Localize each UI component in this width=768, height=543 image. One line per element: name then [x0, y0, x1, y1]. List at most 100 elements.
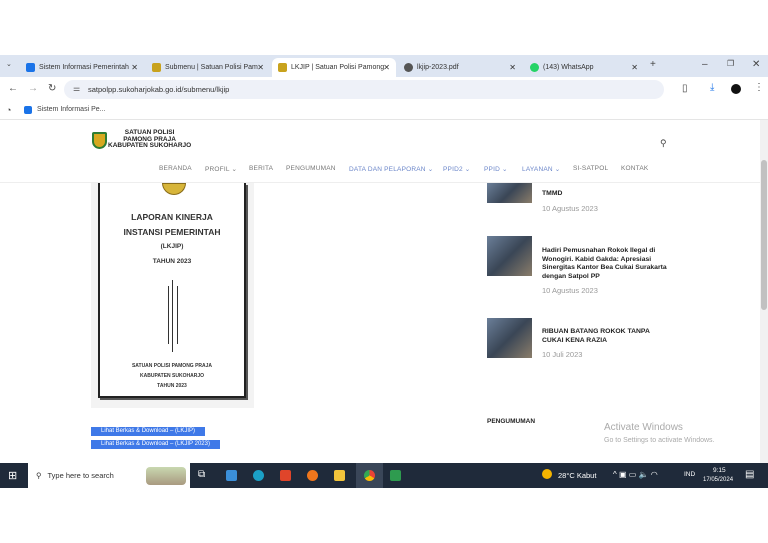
- elephant-widget-icon: [146, 467, 186, 485]
- tab-search-chevron-icon[interactable]: ⌄: [6, 60, 12, 68]
- edge-icon[interactable]: [253, 470, 264, 481]
- close-tab-icon[interactable]: ✕: [131, 63, 138, 72]
- windows-start-icon[interactable]: ⊞: [8, 469, 17, 482]
- close-tab-icon[interactable]: ✕: [631, 63, 638, 72]
- news-thumbnail[interactable]: [487, 318, 532, 358]
- taskbar-search[interactable]: ⚲ Type here to search: [28, 463, 190, 488]
- site-logo-icon[interactable]: [92, 132, 107, 149]
- doc-year: TAHUN 2023: [152, 258, 192, 265]
- nav-kontak[interactable]: KONTAK: [621, 165, 648, 172]
- news-thumbnail[interactable]: [487, 183, 532, 203]
- pengumuman-heading: PENGUMUMAN: [487, 418, 536, 425]
- reload-icon[interactable]: ↻: [48, 83, 56, 94]
- download-icon[interactable]: ⤓: [710, 82, 714, 93]
- profile-avatar[interactable]: [731, 84, 741, 94]
- taskbar: ⊞ ⚲ Type here to search ⧉ 28°C Kabut ^ ▣ …: [0, 463, 768, 488]
- tab-title: LKJIP | Satuan Polisi Pamong: [291, 64, 385, 71]
- excel-icon[interactable]: [390, 470, 401, 481]
- news-title[interactable]: RIBUAN BATANG ROKOK TANPA CUKAI KENA RAZ…: [542, 328, 672, 345]
- extensions-icon[interactable]: ▯: [682, 83, 688, 94]
- favicon-icon: [278, 63, 287, 72]
- menu-icon[interactable]: ⋮: [754, 82, 764, 93]
- tab-title: (143) WhatsApp: [543, 64, 594, 71]
- news-title[interactable]: TMMD: [542, 190, 672, 199]
- nav-berita[interactable]: BERITA: [249, 165, 273, 172]
- news-date: 10 Agustus 2023: [542, 204, 598, 213]
- doc-ornament: [168, 286, 169, 344]
- site-info-icon[interactable]: ⚌: [73, 84, 80, 93]
- tab-title: Submenu | Satuan Polisi Pam: [165, 64, 258, 71]
- restore-icon[interactable]: ❐: [727, 59, 734, 68]
- tab-pdf[interactable]: lkjip-2023.pdf ✕: [398, 58, 522, 77]
- tab-submenu[interactable]: Submenu | Satuan Polisi Pam ✕: [146, 58, 270, 77]
- news-date: 10 Juli 2023: [542, 350, 583, 359]
- nav-data-dan-pelaporan[interactable]: DATA DAN PELAPORAN ⌄: [349, 165, 433, 173]
- doc-ornament: [172, 280, 173, 352]
- notifications-icon[interactable]: ▤: [745, 469, 754, 480]
- news-thumbnail[interactable]: [487, 236, 532, 276]
- doc-title-line: INSTANSI PEMERINTAH: [123, 227, 221, 237]
- download-lkjip-2023-button[interactable]: Lihat Berkas & Download – (LKJIP 2023): [91, 440, 220, 449]
- nav-layanan[interactable]: LAYANAN ⌄: [522, 165, 560, 173]
- system-tray-icons[interactable]: ^ ▣ ▭ 🔈 ◠: [613, 470, 658, 479]
- lkjip-cover-image: LAPORAN KINERJA INSTANSI PEMERINTAH (LKJ…: [91, 183, 254, 408]
- close-tab-icon[interactable]: ✕: [257, 63, 264, 72]
- download-lkjip-button[interactable]: Lihat Berkas & Download – (LKJIP): [91, 427, 206, 436]
- back-icon[interactable]: ←: [8, 83, 18, 94]
- news-title[interactable]: Hadiri Pemusnahan Rokok Ilegal di Wonogi…: [542, 247, 672, 281]
- nav-ppid2[interactable]: PPID2 ⌄: [443, 165, 470, 173]
- whatsapp-icon: [530, 63, 539, 72]
- tab-whatsapp[interactable]: (143) WhatsApp ✕: [524, 58, 644, 77]
- close-tab-icon[interactable]: ✕: [383, 63, 390, 72]
- nav-profil[interactable]: PROFIL ⌄: [205, 165, 237, 173]
- clock-time[interactable]: 9:15: [713, 467, 726, 474]
- new-tab-icon[interactable]: +: [650, 59, 656, 70]
- tab-title: Sistem Informasi Pemerintah: [39, 64, 129, 71]
- site-title-line: KABUPATEN SUKOHARJO: [108, 142, 192, 149]
- search-placeholder: Type here to search: [47, 471, 114, 480]
- url-text: satpolpp.sukoharjokab.go.id/submenu/lkji…: [88, 85, 230, 94]
- file-explorer-icon[interactable]: [334, 470, 345, 481]
- doc-org: SATUAN POLISI PAMONG PRAJA: [131, 363, 213, 369]
- minimize-icon[interactable]: –: [702, 59, 708, 70]
- bookmark-item[interactable]: Sistem Informasi Pe...: [37, 106, 105, 113]
- search-icon[interactable]: ⚲: [660, 138, 667, 149]
- doc-abbr: (LKJIP): [160, 243, 184, 250]
- bookmark-favicon-icon: [24, 106, 32, 114]
- weather-text[interactable]: 28°C Kabut: [558, 471, 596, 480]
- nav-ppid[interactable]: PPID ⌄: [484, 165, 508, 173]
- forward-icon[interactable]: →: [28, 83, 38, 94]
- close-window-icon[interactable]: ✕: [752, 59, 760, 70]
- address-bar[interactable]: ⚌ satpolpp.sukoharjokab.go.id/submenu/lkj…: [64, 80, 664, 99]
- nav-si-satpol[interactable]: SI-SATPOL: [573, 165, 608, 172]
- task-view-icon[interactable]: ⧉: [198, 469, 205, 480]
- news-date: 10 Agustus 2023: [542, 286, 598, 295]
- nav-pengumuman[interactable]: PENGUMUMAN: [286, 165, 336, 172]
- clock-date[interactable]: 17/05/2024: [703, 477, 733, 483]
- close-tab-icon[interactable]: ✕: [509, 63, 516, 72]
- scrollbar-thumb[interactable]: [761, 160, 767, 310]
- nav-beranda[interactable]: BERANDA: [159, 165, 192, 172]
- activate-windows-title: Activate Windows: [604, 422, 683, 433]
- language-indicator[interactable]: IND: [684, 471, 695, 478]
- doc-org: KABUPATEN SUKOHARJO: [140, 373, 204, 379]
- doc-org-year: TAHUN 2023: [157, 383, 187, 389]
- tab-bar: ⌄ Sistem Informasi Pemerintah ✕ Submenu |…: [0, 55, 768, 77]
- tab-title: lkjip-2023.pdf: [417, 64, 459, 71]
- apps-icon[interactable]: ◔: [6, 105, 11, 115]
- doc-ornament: [177, 286, 178, 344]
- search-icon: ⚲: [36, 471, 42, 480]
- bookmarks-bar: ◔ Sistem Informasi Pe...: [0, 101, 768, 120]
- activate-windows-subtitle: Go to Settings to activate Windows.: [604, 437, 715, 444]
- web-page: SATUAN POLISI PAMONG PRAJA KABUPATEN SUK…: [0, 120, 760, 463]
- tab-lkjip[interactable]: LKJIP | Satuan Polisi Pamong ✕: [272, 58, 396, 77]
- document-cover: LAPORAN KINERJA INSTANSI PEMERINTAH (LKJ…: [98, 183, 246, 398]
- site-title[interactable]: SATUAN POLISI PAMONG PRAJA KABUPATEN SUK…: [108, 129, 192, 150]
- globe-icon: [404, 63, 413, 72]
- weather-icon: [542, 469, 552, 479]
- tab-sistem-informasi[interactable]: Sistem Informasi Pemerintah ✕: [20, 58, 144, 77]
- firefox-icon[interactable]: [307, 470, 318, 481]
- office-icon[interactable]: [280, 470, 291, 481]
- mail-icon[interactable]: [226, 470, 237, 481]
- chrome-icon[interactable]: [364, 470, 375, 481]
